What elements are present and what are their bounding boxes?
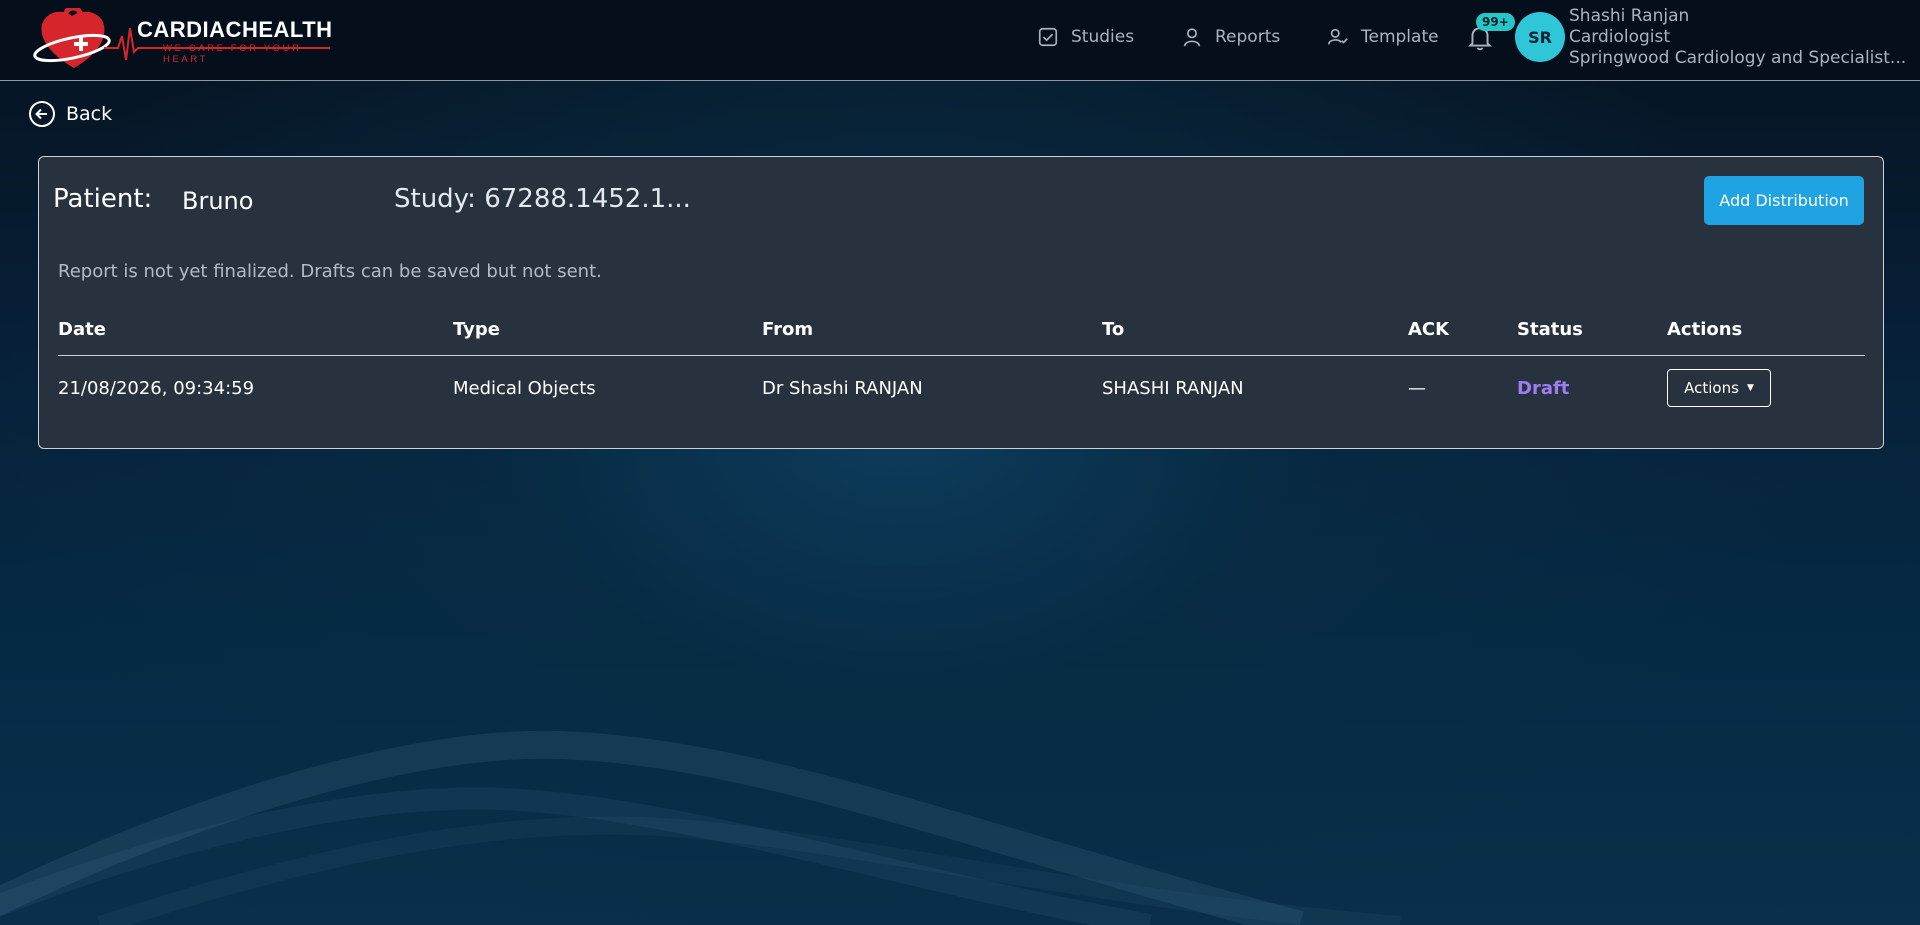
table-header-row: Date Type From To ACK Status Actions xyxy=(58,319,1865,356)
user-role: Cardiologist xyxy=(1569,27,1671,47)
back-button[interactable]: Back xyxy=(29,101,112,127)
nav-template[interactable]: Template xyxy=(1327,24,1439,50)
header-date: Date xyxy=(58,319,453,356)
cell-ack: — xyxy=(1408,377,1426,399)
nav-template-label: Template xyxy=(1361,27,1439,47)
user-icon xyxy=(1183,28,1201,47)
cell-type: Medical Objects xyxy=(453,377,596,399)
header-ack: ACK xyxy=(1408,319,1517,356)
status-badge: Draft xyxy=(1517,377,1570,399)
brand-tagline: WE CARE FOR YOUR HEART xyxy=(163,43,302,65)
actions-dropdown-button[interactable]: Actions ▼ xyxy=(1667,369,1771,408)
top-navigation-bar: CARDIACHEALTH WE CARE FOR YOUR HEART Stu… xyxy=(0,0,1920,81)
patient-label: Patient: xyxy=(53,184,153,214)
user-check-icon xyxy=(1328,28,1348,45)
header-status: Status xyxy=(1517,319,1667,356)
patient-name: Bruno xyxy=(182,187,254,215)
notification-badge: 99+ xyxy=(1476,13,1515,31)
header-actions: Actions xyxy=(1667,319,1865,356)
arrow-left-icon xyxy=(29,101,55,127)
header-from: From xyxy=(762,319,1102,356)
draft-notice: Report is not yet finalized. Drafts can … xyxy=(58,261,602,282)
cell-from: Dr Shashi RANJAN xyxy=(762,377,923,399)
nav-studies-label: Studies xyxy=(1071,27,1135,47)
cell-actions: Actions ▼ xyxy=(1667,355,1865,421)
cell-to: SHASHI RANJAN xyxy=(1102,377,1244,399)
nav-studies[interactable]: Studies xyxy=(1037,24,1134,50)
brand-name: CARDIACHEALTH xyxy=(137,17,333,42)
header-to: To xyxy=(1102,319,1408,356)
user-name: Shashi Ranjan xyxy=(1569,6,1690,26)
distribution-card: Patient: Bruno Study: 67288.1452.1... Ad… xyxy=(38,156,1884,449)
caret-down-icon: ▼ xyxy=(1746,383,1754,394)
actions-label: Actions xyxy=(1684,379,1739,398)
background-waves xyxy=(0,730,1401,925)
study-id: Study: 67288.1452.1... xyxy=(394,184,691,214)
checkbox-icon xyxy=(1038,27,1058,47)
back-label: Back xyxy=(66,103,113,125)
cell-date: 21/08/2026, 09:34:59 xyxy=(58,377,255,399)
cardiachealth-logo[interactable]: CARDIACHEALTH WE CARE FOR YOUR HEART xyxy=(30,5,340,72)
add-distribution-button[interactable]: Add Distribution xyxy=(1704,176,1864,225)
user-info[interactable]: Shashi Ranjan Cardiologist Springwood Ca… xyxy=(1569,6,1906,69)
distribution-table: Date Type From To ACK Status Actions 21/… xyxy=(58,319,1865,421)
nav-reports[interactable]: Reports xyxy=(1181,24,1280,50)
user-organization: Springwood Cardiology and Specialist... xyxy=(1569,48,1907,68)
table-row: 21/08/2026, 09:34:59 Medical Objects Dr … xyxy=(58,355,1865,421)
user-avatar[interactable]: SR xyxy=(1515,12,1565,62)
header-type: Type xyxy=(453,319,762,356)
nav-reports-label: Reports xyxy=(1215,27,1281,47)
